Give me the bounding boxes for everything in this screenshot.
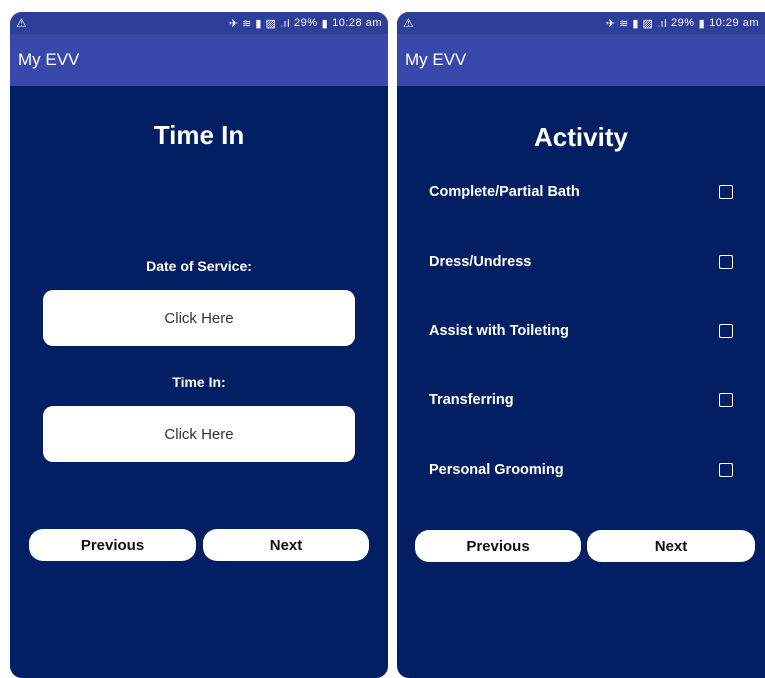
previous-button[interactable]: Previous (415, 530, 581, 562)
time-in-label: Time In: (172, 374, 226, 390)
activity-row[interactable]: Personal Grooming (429, 458, 733, 482)
battery-icon: ▮ (321, 17, 329, 30)
activity-row[interactable]: Dress/Undress (429, 250, 733, 274)
activity-screen: ⚠ ✈ ≋ ▮ ▨ .ıl 29% ▮ 10:29 am My EVV Acti… (397, 12, 765, 678)
page-title: Time In (153, 120, 245, 150)
page-title: Activity (534, 122, 628, 152)
app-bar: My EVV (10, 34, 388, 86)
activity-checkbox[interactable] (719, 463, 733, 477)
app-title: My EVV (405, 50, 467, 69)
battery-level: 29% (294, 17, 318, 29)
activity-checkbox[interactable] (719, 185, 733, 199)
status-bar: ⚠ ✈ ≋ ▮ ▨ .ıl 29% ▮ 10:28 am (10, 12, 388, 34)
time-in-button[interactable]: Click Here (43, 406, 355, 462)
next-button[interactable]: Next (203, 529, 369, 561)
date-of-service-label: Date of Service: (146, 258, 252, 274)
activity-row[interactable]: Complete/Partial Bath (429, 180, 733, 204)
signal-icons: ✈ ≋ ▮ ▨ .ıl (228, 17, 291, 30)
activity-label: Complete/Partial Bath (429, 184, 580, 200)
activity-label: Assist with Toileting (429, 323, 569, 339)
activity-row[interactable]: Transferring (429, 388, 733, 412)
activity-checkbox[interactable] (719, 255, 733, 269)
warning-icon: ⚠ (16, 16, 27, 30)
activity-label: Personal Grooming (429, 462, 564, 478)
status-bar: ⚠ ✈ ≋ ▮ ▨ .ıl 29% ▮ 10:29 am (397, 12, 765, 34)
activity-label: Dress/Undress (429, 254, 532, 270)
time-in-screen: ⚠ ✈ ≋ ▮ ▨ .ıl 29% ▮ 10:28 am My EVV Time… (10, 12, 388, 678)
date-of-service-button[interactable]: Click Here (43, 290, 355, 346)
next-button[interactable]: Next (587, 530, 755, 562)
activity-label: Transferring (429, 392, 514, 408)
app-bar: My EVV (397, 34, 765, 86)
app-title: My EVV (18, 50, 80, 69)
warning-icon: ⚠ (403, 16, 414, 30)
previous-button[interactable]: Previous (29, 529, 196, 561)
signal-icons: ✈ ≋ ▮ ▨ .ıl (605, 17, 668, 30)
battery-level: 29% (671, 17, 695, 29)
activity-checkbox[interactable] (719, 393, 733, 407)
clock: 10:28 am (332, 17, 382, 29)
activity-row[interactable]: Assist with Toileting (429, 319, 733, 343)
activity-checkbox[interactable] (719, 324, 733, 338)
battery-icon: ▮ (698, 17, 706, 30)
clock: 10:29 am (709, 17, 759, 29)
